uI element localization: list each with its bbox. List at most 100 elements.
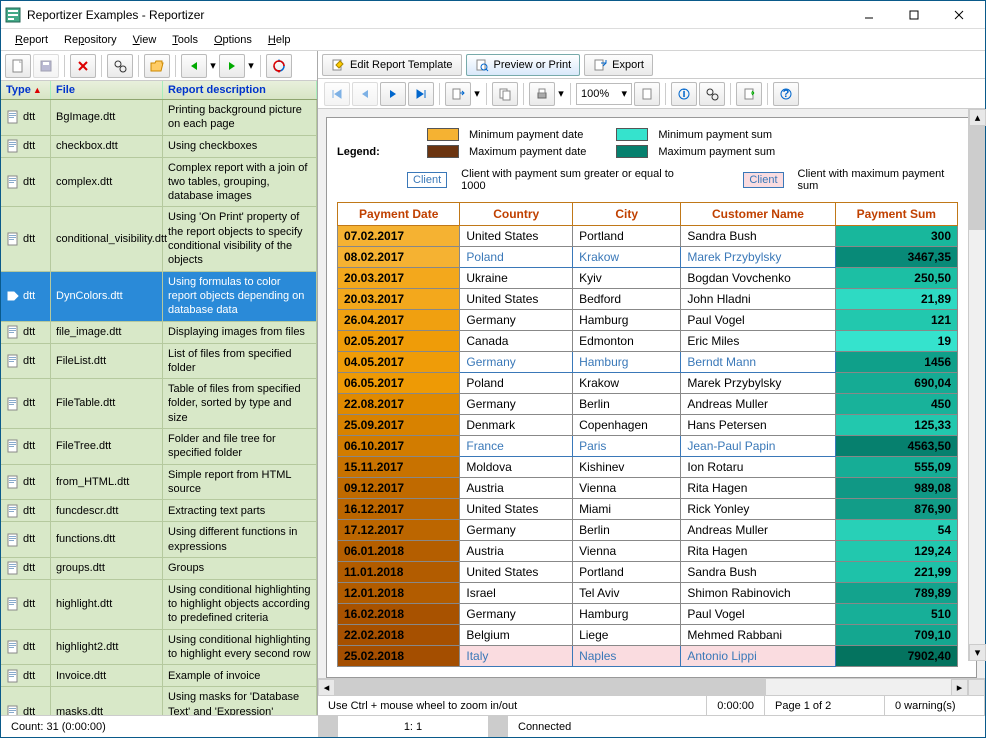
tab-edit[interactable]: Edit Report Template xyxy=(322,54,462,76)
cell-type: dtt xyxy=(1,429,51,464)
zoom-combo[interactable]: 100%▾ xyxy=(576,83,632,105)
cell-file: Invoice.dtt xyxy=(51,665,163,686)
table-header: Payment Date xyxy=(338,203,460,226)
minimize-button[interactable] xyxy=(846,2,891,28)
tab-preview[interactable]: Preview or Print xyxy=(466,54,581,76)
grid-row[interactable]: dttFileTree.dttFolder and file tree for … xyxy=(1,429,317,465)
grid-row[interactable]: dttfuncdescr.dttExtracting text parts xyxy=(1,500,317,522)
menu-options[interactable]: Options xyxy=(206,32,260,48)
cell-desc: Groups xyxy=(163,558,317,579)
regenerate-button[interactable] xyxy=(736,82,762,106)
grid-row[interactable]: dttFileList.dttList of files from specif… xyxy=(1,344,317,380)
back-button[interactable] xyxy=(181,54,207,78)
last-page-button[interactable] xyxy=(408,82,434,106)
file-grid[interactable]: dttBgImage.dttPrinting background pictur… xyxy=(1,100,317,715)
status-warn: 0 warning(s) xyxy=(885,696,985,715)
grid-row[interactable]: dttDynColors.dttUsing formulas to color … xyxy=(1,272,317,322)
cell-file: funcdescr.dtt xyxy=(51,500,163,521)
export-page-button[interactable] xyxy=(445,82,471,106)
prev-page-button[interactable] xyxy=(352,82,378,106)
main-statusbar: Count: 31 (0:00:00) 1: 1 Connected xyxy=(1,715,985,737)
refresh-button[interactable] xyxy=(266,54,292,78)
cell-type: dtt xyxy=(1,465,51,500)
table-row: 06.05.2017PolandKrakowMarek Przybylsky69… xyxy=(338,373,958,394)
cell-file: masks.dtt xyxy=(51,687,163,715)
preview-scrollbar-h[interactable]: ◂ ▸ xyxy=(318,678,985,695)
col-header-file[interactable]: File xyxy=(51,81,163,99)
scroll-down-button[interactable]: ▾ xyxy=(969,644,986,661)
grid-row[interactable]: dttcheckbox.dttUsing checkboxes xyxy=(1,136,317,158)
edit-icon xyxy=(331,58,345,72)
info-button[interactable]: i xyxy=(671,82,697,106)
cell-file: from_HTML.dtt xyxy=(51,465,163,500)
menu-report[interactable]: Report xyxy=(7,32,56,48)
table-header: Customer Name xyxy=(681,203,835,226)
export-dropdown[interactable]: ▾ xyxy=(473,87,481,100)
back-dropdown[interactable]: ▾ xyxy=(209,59,217,72)
help-button[interactable]: ? xyxy=(773,82,799,106)
menu-view[interactable]: View xyxy=(125,32,165,48)
new-button[interactable] xyxy=(5,54,31,78)
cell-type: dtt xyxy=(1,207,51,270)
grid-row[interactable]: dtthighlight.dttUsing conditional highli… xyxy=(1,580,317,630)
table-row: 25.02.2018ItalyNaplesAntonio Lippi7902,4… xyxy=(338,646,958,667)
menu-tools[interactable]: Tools xyxy=(164,32,206,48)
search-button[interactable] xyxy=(699,82,725,106)
next-page-button[interactable] xyxy=(380,82,406,106)
first-page-button[interactable] xyxy=(324,82,350,106)
preview-scrollbar-v[interactable]: ▴ ▾ xyxy=(968,109,985,661)
grid-row[interactable]: dttfile_image.dttDisplaying images from … xyxy=(1,322,317,344)
grid-row[interactable]: dttcomplex.dttComplex report with a join… xyxy=(1,158,317,208)
open-folder-button[interactable] xyxy=(144,54,170,78)
swatch-max-date xyxy=(427,145,459,158)
menu-repository[interactable]: Repository xyxy=(56,32,125,48)
table-row: 22.02.2018BelgiumLiegeMehmed Rabbani709,… xyxy=(338,625,958,646)
menu-help[interactable]: Help xyxy=(260,32,299,48)
swatch-min-date xyxy=(427,128,459,141)
table-row: 06.01.2018AustriaViennaRita Hagen129,24 xyxy=(338,541,958,562)
scroll-thumb-h[interactable] xyxy=(335,679,766,695)
delete-button[interactable] xyxy=(70,54,96,78)
status-time: 0:00:00 xyxy=(707,696,765,715)
find-button[interactable] xyxy=(107,54,133,78)
col-header-desc[interactable]: Report description xyxy=(163,81,317,99)
scroll-right-button[interactable]: ▸ xyxy=(951,679,968,696)
cell-file: groups.dtt xyxy=(51,558,163,579)
tab-export[interactable]: Export xyxy=(584,54,653,76)
copy-button[interactable] xyxy=(492,82,518,106)
scroll-left-button[interactable]: ◂ xyxy=(318,679,335,696)
maximize-button[interactable] xyxy=(891,2,936,28)
grid-row[interactable]: dtthighlight2.dttUsing conditional highl… xyxy=(1,630,317,666)
grid-row[interactable]: dttfrom_HTML.dttSimple report from HTML … xyxy=(1,465,317,501)
close-button[interactable] xyxy=(936,2,981,28)
grid-row[interactable]: dttgroups.dttGroups xyxy=(1,558,317,580)
table-row: 26.04.2017GermanyHamburgPaul Vogel121 xyxy=(338,310,958,331)
cell-type: dtt xyxy=(1,272,51,321)
cell-file: BgImage.dtt xyxy=(51,100,163,135)
forward-dropdown[interactable]: ▾ xyxy=(247,59,255,72)
grid-row[interactable]: dttFileTable.dttTable of files from spec… xyxy=(1,379,317,429)
cell-desc: Simple report from HTML source xyxy=(163,465,317,500)
grid-row[interactable]: dttfunctions.dttUsing different function… xyxy=(1,522,317,558)
grid-row[interactable]: dttmasks.dttUsing masks for 'Database Te… xyxy=(1,687,317,715)
print-dropdown[interactable]: ▾ xyxy=(557,87,565,100)
grid-row[interactable]: dttconditional_visibility.dttUsing 'On P… xyxy=(1,207,317,271)
scroll-thumb-v[interactable] xyxy=(969,126,985,230)
left-toolbar: ▾ ▾ xyxy=(1,51,317,81)
table-row: 17.12.2017GermanyBerlinAndreas Muller54 xyxy=(338,520,958,541)
cell-file: highlight.dtt xyxy=(51,580,163,629)
zoom-fit-button[interactable] xyxy=(634,82,660,106)
forward-button[interactable] xyxy=(219,54,245,78)
scroll-up-button[interactable]: ▴ xyxy=(969,109,986,126)
cell-file: file_image.dtt xyxy=(51,322,163,343)
preview-area[interactable]: Legend: Minimum payment date Maximum pay… xyxy=(318,109,985,678)
cell-type: dtt xyxy=(1,558,51,579)
print-button[interactable] xyxy=(529,82,555,106)
grid-row[interactable]: dttBgImage.dttPrinting background pictur… xyxy=(1,100,317,136)
cell-desc: List of files from specified folder xyxy=(163,344,317,379)
cell-desc: Using formulas to color report objects d… xyxy=(163,272,317,321)
save-button[interactable] xyxy=(33,54,59,78)
export-icon xyxy=(593,58,607,72)
col-header-type[interactable]: Type▲ xyxy=(1,81,51,99)
grid-row[interactable]: dttInvoice.dttExample of invoice xyxy=(1,665,317,687)
